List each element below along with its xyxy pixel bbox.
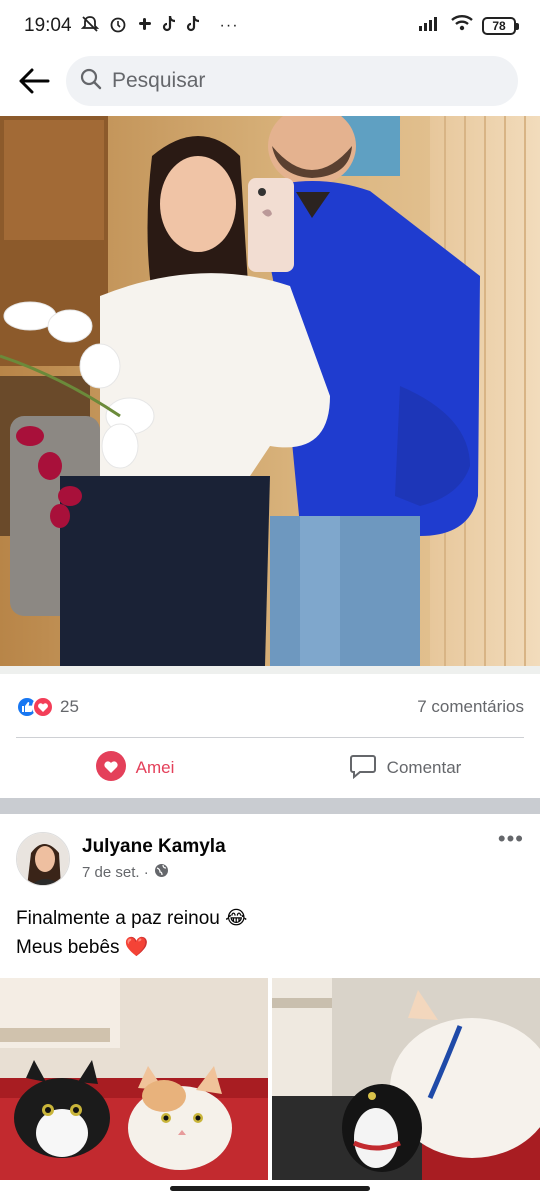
post-actions: Amei Comentar <box>0 740 540 796</box>
slack-icon <box>136 15 154 38</box>
post-text: Finalmente a paz reinou 😂 Meus bebês ❤️ <box>16 904 524 962</box>
more-options-button[interactable]: ••• <box>498 828 524 850</box>
comments-count[interactable]: 7 comentários <box>417 697 524 717</box>
love-label: Amei <box>135 758 175 777</box>
post-text-line-2: Meus bebês ❤️ <box>16 937 149 958</box>
love-reaction-icon <box>32 696 54 718</box>
wifi-icon <box>450 14 474 38</box>
avatar[interactable] <box>16 832 70 886</box>
search-input[interactable] <box>112 69 504 93</box>
comment-button[interactable]: Comentar <box>270 740 540 796</box>
post-photo-couple[interactable] <box>0 116 540 674</box>
reaction-count: 25 <box>60 697 79 716</box>
navigation-handle[interactable] <box>170 1186 370 1191</box>
status-bar: 19:04 ··· 78 <box>0 0 540 52</box>
search-icon <box>80 68 102 95</box>
search-header <box>0 52 540 110</box>
back-button[interactable] <box>14 61 54 101</box>
back-arrow-icon <box>19 68 50 94</box>
post-text-line-1: Finalmente a paz reinou 😂 <box>16 908 248 929</box>
comment-icon <box>349 753 377 784</box>
feed-separator <box>0 798 540 814</box>
tiktok-icon <box>186 15 202 38</box>
search-field[interactable] <box>66 56 518 106</box>
post-date[interactable]: 7 de set. · <box>82 864 149 881</box>
tiktok-icon <box>162 15 178 38</box>
heart-icon <box>95 750 126 786</box>
divider <box>16 737 524 738</box>
author-name[interactable]: Julyane Kamyla <box>82 836 226 858</box>
battery-icon: 78 <box>482 17 519 35</box>
post-photo-cats-right[interactable] <box>272 978 540 1180</box>
mute-icon <box>80 14 100 39</box>
comment-label: Comentar <box>386 758 462 777</box>
more-notifications-icon: ··· <box>219 17 239 34</box>
love-button[interactable]: Amei <box>0 740 270 796</box>
alarm-icon <box>108 14 128 39</box>
status-time: 19:04 <box>24 15 72 36</box>
post-photo-cats-left[interactable] <box>0 978 268 1180</box>
post-header: Julyane Kamyla 7 de set. · ••• <box>16 828 524 888</box>
reactions-summary[interactable]: 25 7 comentários <box>16 690 524 724</box>
signal-icon <box>418 15 442 37</box>
globe-icon <box>154 863 169 882</box>
